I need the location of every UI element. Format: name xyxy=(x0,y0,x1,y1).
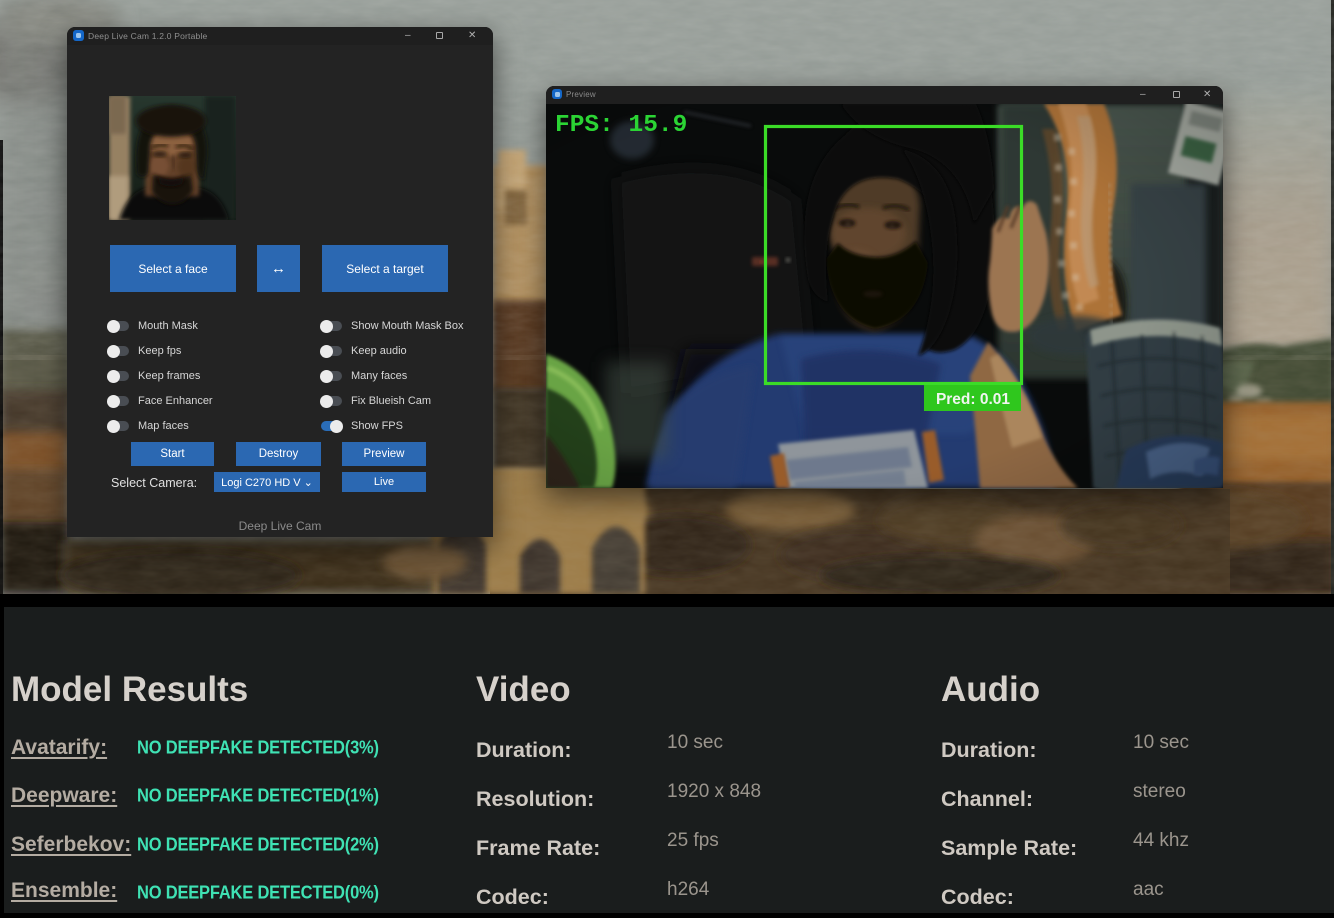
svg-text:Pred: 0.01: Pred: 0.01 xyxy=(936,391,1010,408)
svg-text:FPS: 15.9: FPS: 15.9 xyxy=(555,112,687,139)
